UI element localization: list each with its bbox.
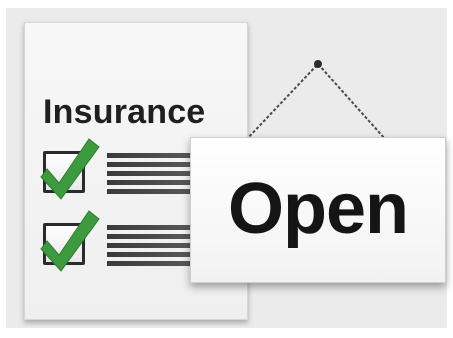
sign-label: Open [227, 169, 409, 249]
nail-icon [314, 60, 322, 68]
illustration-scene: Insurance Open [0, 0, 453, 338]
open-sign: Open [190, 137, 446, 283]
